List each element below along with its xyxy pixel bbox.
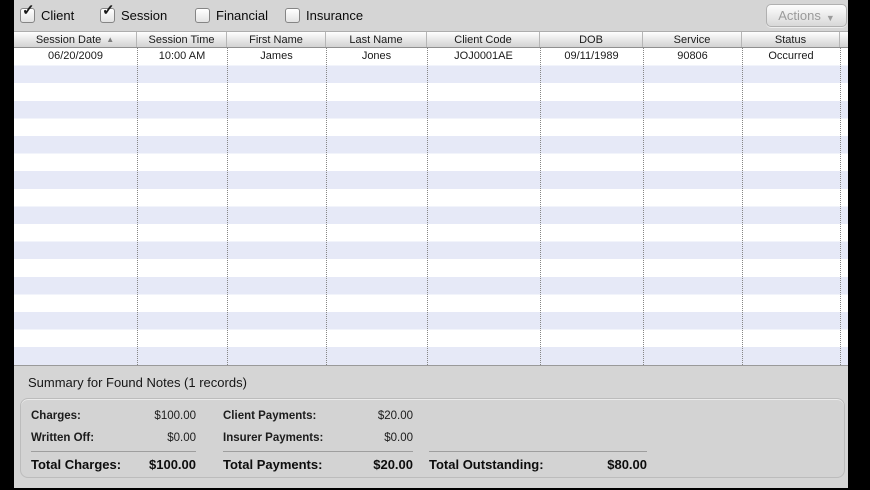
cell-session-date: 06/20/2009	[47, 50, 104, 62]
filter-checkbox-session[interactable]: ✓ Session	[100, 0, 167, 31]
column-header-last-name[interactable]: Last Name	[326, 32, 427, 47]
column-separator	[326, 48, 327, 365]
summary-value: $20.00	[377, 410, 413, 422]
summary-title: Summary for Found Notes (1 records)	[28, 375, 247, 390]
filter-label-insurance: Insurance	[306, 8, 364, 23]
summary-label: Charges:	[31, 410, 81, 422]
actions-button[interactable]: Actions ▼	[766, 4, 847, 27]
column-header-filler	[840, 32, 848, 47]
filter-label-client: Client	[41, 8, 75, 23]
filter-checkbox-client[interactable]: ✓ Client	[20, 0, 74, 31]
filter-toolbar: ✓ Client ✓ Session Financial Insurance A…	[14, 0, 848, 32]
summary-label: Insurer Payments:	[223, 432, 324, 444]
cell-session-time: 10:00 AM	[158, 50, 206, 62]
chevron-down-icon: ▼	[825, 12, 835, 23]
cell-first-name: James	[260, 50, 293, 62]
summary-total-label: Total Payments:	[223, 456, 323, 472]
column-header-client-code[interactable]: Client Code	[427, 32, 540, 47]
table-body: 06/20/2009 10:00 AM James Jones JOJ0001A…	[14, 48, 848, 366]
cell-dob: 09/11/1989	[564, 50, 619, 62]
summary-group-outstanding: Total Outstanding: $80.00	[429, 399, 647, 476]
summary-total-value: $80.00	[607, 456, 647, 472]
summary-total-label: Total Outstanding:	[429, 456, 544, 472]
summary-total-row: Total Outstanding: $80.00	[429, 452, 647, 476]
summary-row: Client Payments: $20.00	[223, 405, 413, 427]
column-header-session-time[interactable]: Session Time	[137, 32, 227, 47]
checkbox-checked-icon: ✓	[100, 3, 115, 23]
summary-value: $0.00	[384, 432, 413, 444]
column-separator	[427, 48, 428, 365]
checkbox-checked-icon: ✓	[20, 3, 35, 23]
summary-label: Client Payments:	[223, 410, 317, 422]
column-header-service[interactable]: Service	[643, 32, 742, 47]
summary-row: Written Off: $0.00	[31, 427, 196, 449]
summary-group-payments: Client Payments: $20.00 Insurer Payments…	[223, 399, 413, 476]
summary-total-value: $100.00	[149, 456, 196, 472]
summary-row: Charges: $100.00	[31, 405, 196, 427]
filter-checkbox-financial[interactable]: Financial	[195, 0, 268, 31]
actions-button-label: Actions	[778, 8, 821, 23]
summary-group-charges: Charges: $100.00 Written Off: $0.00 Tota…	[31, 399, 196, 476]
column-header-status[interactable]: Status	[742, 32, 840, 47]
summary-panel: Summary for Found Notes (1 records) Char…	[14, 366, 848, 488]
table-header: Session Date ▲ Session Time First Name L…	[14, 32, 848, 48]
filter-label-session: Session	[121, 8, 168, 23]
column-header-first-name[interactable]: First Name	[227, 32, 326, 47]
column-separator	[540, 48, 541, 365]
summary-value: $100.00	[154, 410, 196, 422]
summary-total-value: $20.00	[373, 456, 413, 472]
notes-search-panel: ✓ Client ✓ Session Financial Insurance A…	[14, 0, 848, 488]
summary-box: Charges: $100.00 Written Off: $0.00 Tota…	[20, 398, 845, 478]
column-separator	[137, 48, 138, 365]
summary-label: Written Off:	[31, 432, 95, 444]
column-separator	[742, 48, 743, 365]
window: ✓ Client ✓ Session Financial Insurance A…	[0, 0, 870, 490]
summary-row: Insurer Payments: $0.00	[223, 427, 413, 449]
cell-last-name: Jones	[361, 50, 392, 62]
summary-total-row: Total Payments: $20.00	[223, 452, 413, 476]
column-separator	[227, 48, 228, 365]
summary-value: $0.00	[167, 432, 196, 444]
cell-status: Occurred	[768, 50, 814, 62]
table-row[interactable]: 06/20/2009 10:00 AM James Jones JOJ0001A…	[14, 48, 848, 66]
column-separator	[840, 48, 841, 365]
cell-service: 90806	[677, 50, 708, 62]
summary-total-row: Total Charges: $100.00	[31, 452, 196, 476]
summary-total-label: Total Charges:	[31, 456, 122, 472]
filter-checkbox-insurance[interactable]: Insurance	[285, 0, 363, 31]
summary-row-spacer	[429, 405, 647, 427]
column-header-dob[interactable]: DOB	[540, 32, 643, 47]
column-header-session-date[interactable]: Session Date ▲	[14, 32, 137, 47]
filter-label-financial: Financial	[216, 8, 269, 23]
checkbox-unchecked-icon	[195, 8, 210, 23]
summary-row-spacer	[429, 427, 647, 449]
sort-ascending-icon: ▲	[106, 35, 115, 44]
cell-client-code: JOJ0001AE	[454, 50, 513, 62]
column-separator	[643, 48, 644, 365]
checkbox-unchecked-icon	[285, 8, 300, 23]
